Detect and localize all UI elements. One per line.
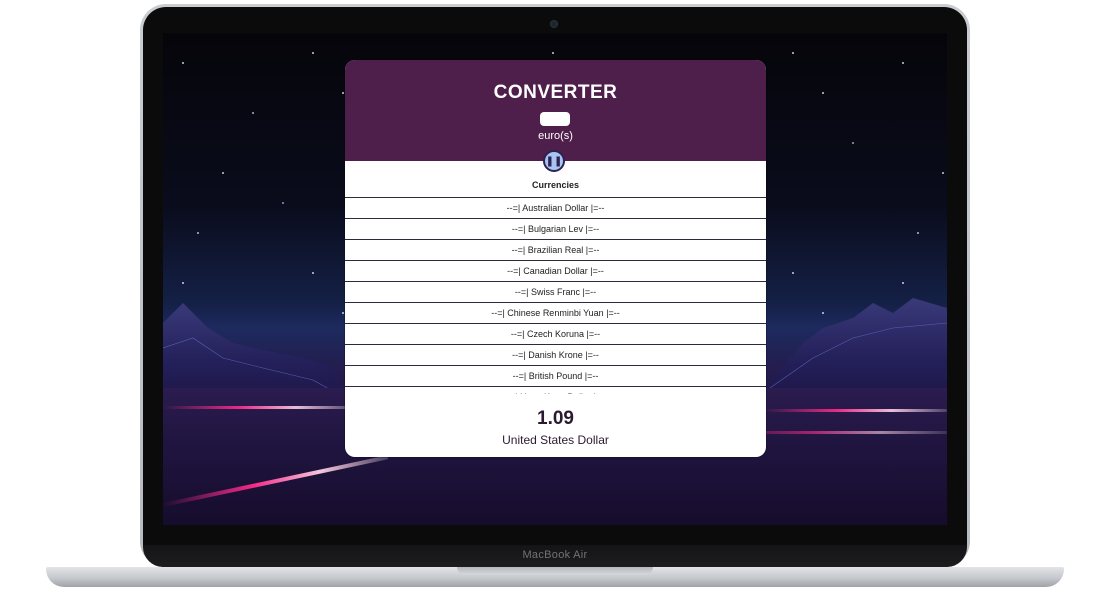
unit-label: euro(s) <box>538 130 573 142</box>
currency-option[interactable]: --=| Hong Kong Dollar |=-- <box>345 386 766 394</box>
currency-option[interactable]: --=| Czech Koruna |=-- <box>345 323 766 344</box>
wallpaper-light-streak <box>763 409 947 412</box>
amount-input[interactable] <box>540 112 570 126</box>
currencies-header: Currencies <box>531 180 580 190</box>
converter-card: CONVERTER euro(s) ❚❚ Currencies --=| Aus… <box>345 60 766 457</box>
currency-option[interactable]: --=| British Pound |=-- <box>345 365 766 386</box>
page-title: CONVERTER <box>493 82 618 103</box>
currency-option[interactable]: --=| Danish Krone |=-- <box>345 344 766 365</box>
currency-option[interactable]: --=| Bulgarian Lev |=-- <box>345 218 766 239</box>
result-value: 1.09 <box>537 408 574 429</box>
laptop-notch <box>457 567 653 575</box>
currency-list[interactable]: --=| Australian Dollar |=-- --=| Bulgari… <box>345 197 766 394</box>
currency-option[interactable]: --=| Canadian Dollar |=-- <box>345 260 766 281</box>
result-currency: United States Dollar <box>502 433 609 447</box>
pause-icon: ❚❚ <box>545 155 563 167</box>
camera-icon <box>551 21 557 27</box>
pause-button[interactable]: ❚❚ <box>543 150 565 172</box>
currency-option[interactable]: --=| Australian Dollar |=-- <box>345 197 766 218</box>
currency-option[interactable]: --=| Brazilian Real |=-- <box>345 239 766 260</box>
converter-header: CONVERTER euro(s) <box>345 60 766 161</box>
laptop-brand-label: MacBook Air <box>522 549 588 561</box>
currency-option[interactable]: --=| Chinese Renminbi Yuan |=-- <box>345 302 766 323</box>
wallpaper-light-streak <box>163 406 353 409</box>
currency-option[interactable]: --=| Swiss Franc |=-- <box>345 281 766 302</box>
